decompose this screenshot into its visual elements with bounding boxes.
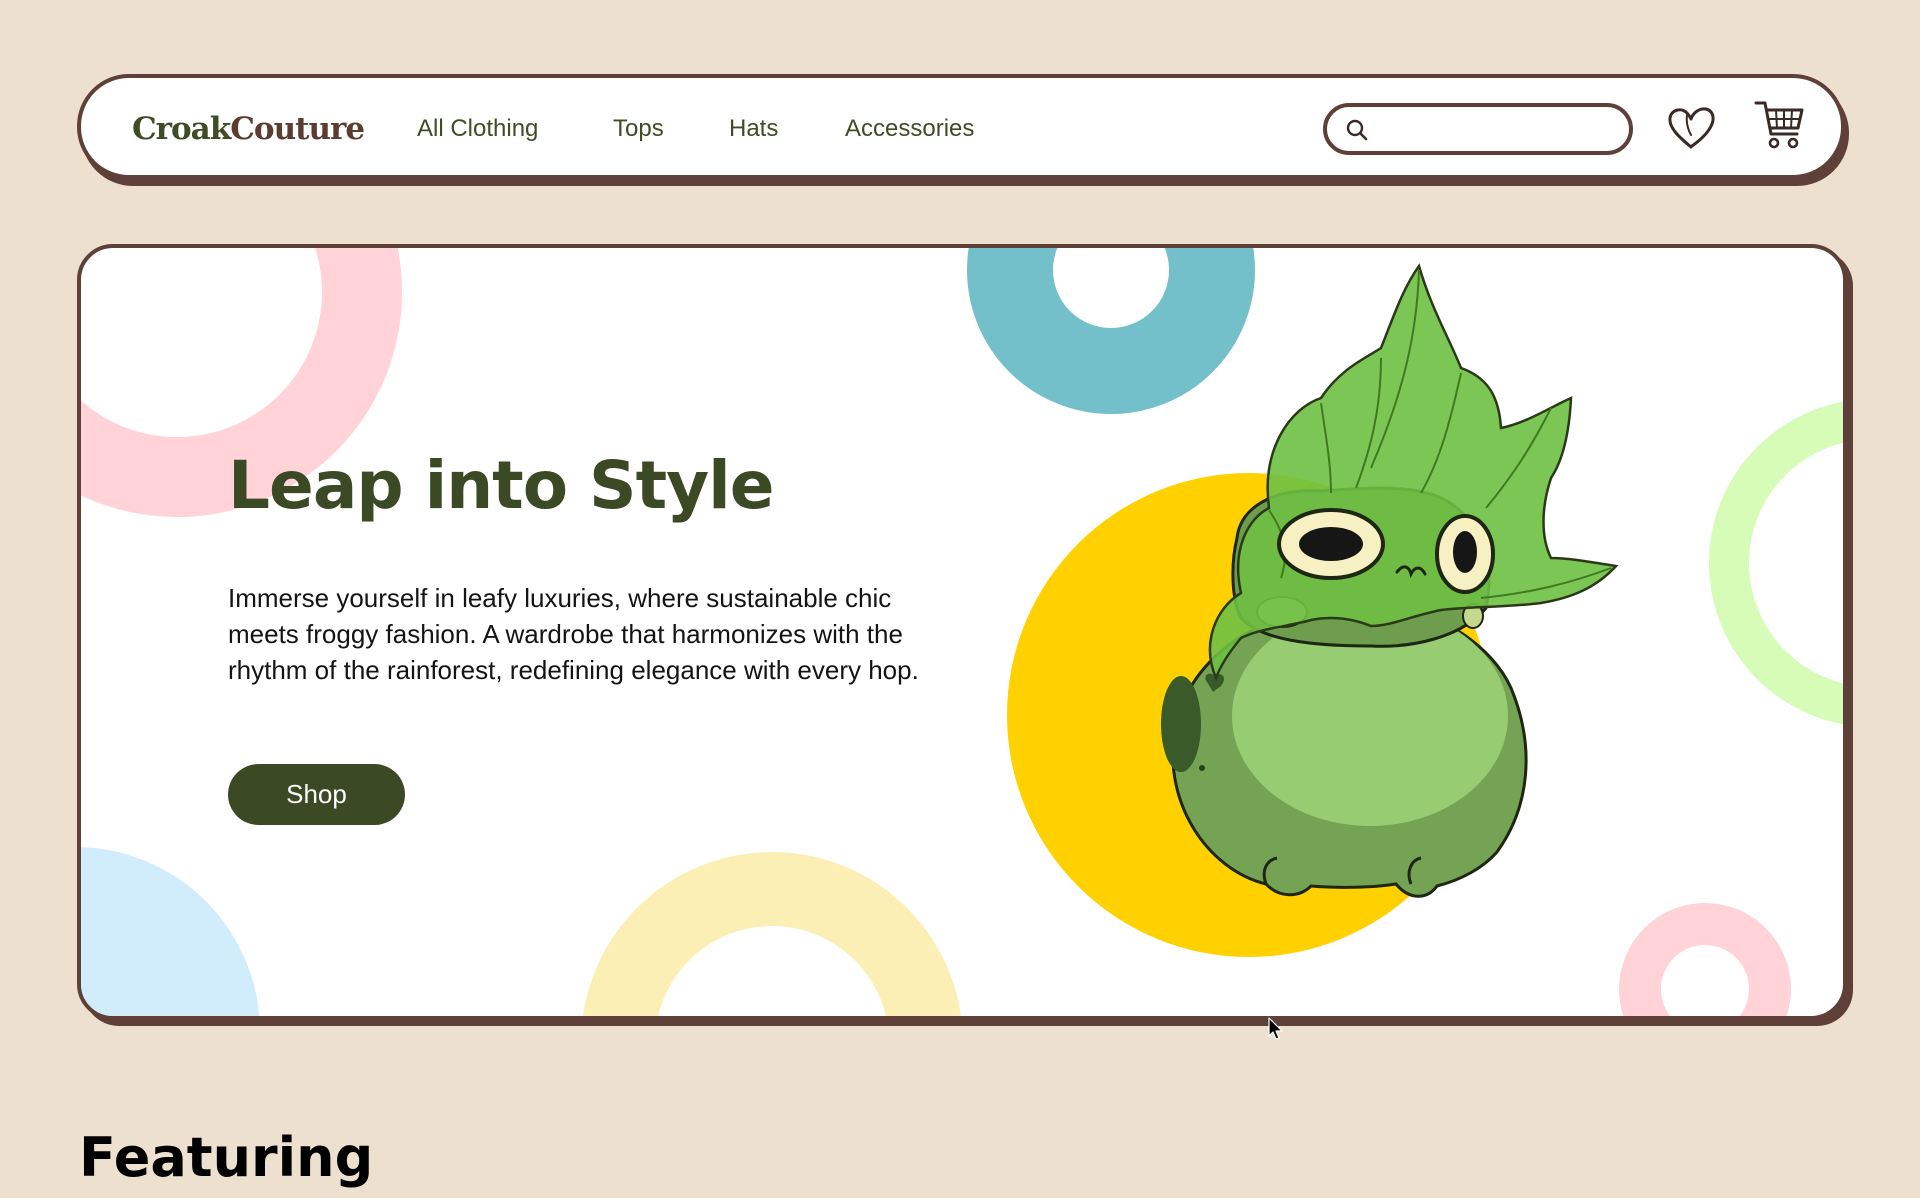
nav-link-accessories[interactable]: Accessories — [845, 114, 974, 144]
nav-link-hats[interactable]: Hats — [729, 114, 778, 144]
nav-link-all-clothing[interactable]: All Clothing — [417, 114, 538, 144]
nav-link-tops[interactable]: Tops — [613, 114, 664, 144]
search-input[interactable] — [1379, 113, 1619, 147]
hero-banner: Leap into Style Immerse yourself in leaf… — [77, 244, 1847, 1020]
mouse-cursor-icon — [1268, 1017, 1283, 1040]
cart-icon[interactable] — [1752, 98, 1808, 156]
heart-icon[interactable] — [1665, 104, 1717, 152]
search-box[interactable] — [1323, 103, 1633, 155]
frog-illustration — [1161, 263, 1619, 898]
brand-name-part-1: Croak — [132, 111, 231, 147]
top-nav-bar: CroakCouture All Clothing Tops Hats Acce… — [77, 74, 1845, 179]
featuring-heading: Featuring — [79, 1126, 374, 1189]
search-icon[interactable] — [1345, 118, 1369, 142]
brand-logo[interactable]: CroakCouture — [132, 109, 365, 149]
brand-name-part-2: Couture — [230, 111, 365, 147]
